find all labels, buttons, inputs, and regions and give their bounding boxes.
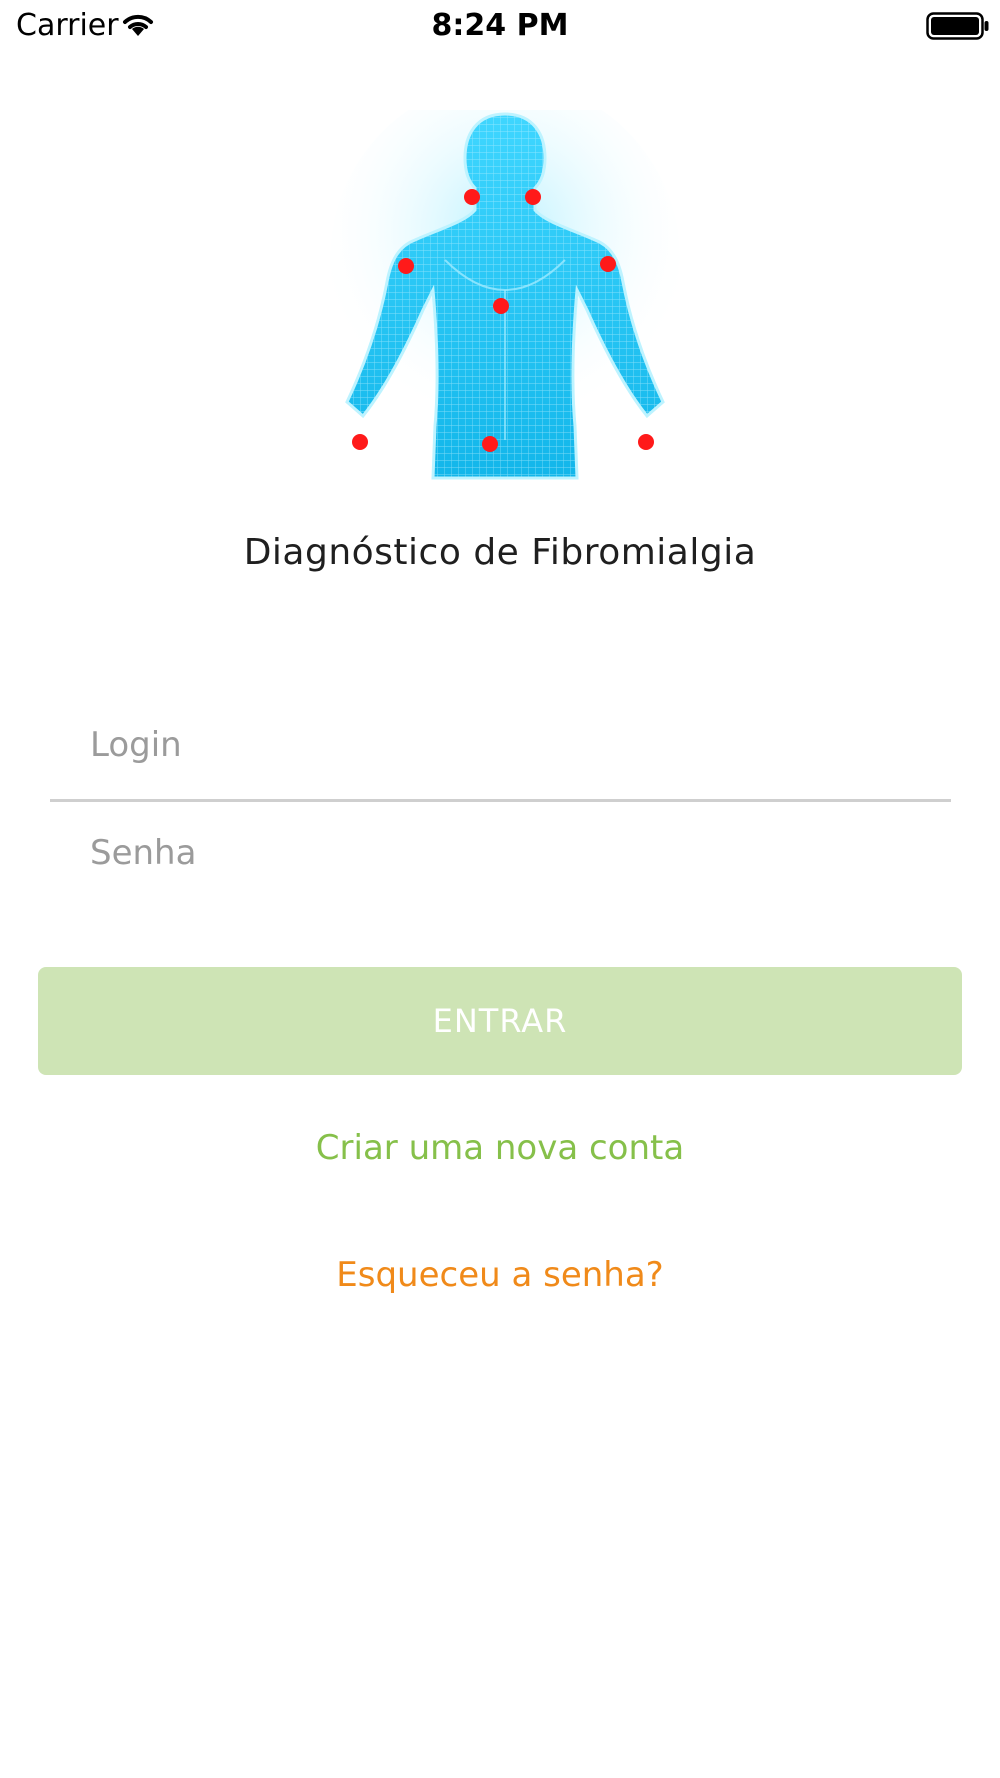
- tender-point: [482, 436, 498, 452]
- status-bar: Carrier 8:24 PM: [0, 0, 1000, 50]
- tender-point: [600, 256, 616, 272]
- tender-point: [638, 434, 654, 450]
- field-divider: [50, 799, 951, 802]
- tender-point: [493, 298, 509, 314]
- tender-point: [525, 189, 541, 205]
- human-body-illustration: [330, 110, 680, 480]
- tender-point: [398, 258, 414, 274]
- tender-point: [352, 434, 368, 450]
- login-input[interactable]: [90, 705, 940, 785]
- password-input[interactable]: [90, 813, 940, 893]
- battery-icon: [926, 12, 989, 40]
- app-title: Diagnóstico de Fibromialgia: [243, 532, 757, 573]
- forgot-password-link[interactable]: Esqueceu a senha?: [0, 1255, 1000, 1295]
- create-account-link[interactable]: Criar uma nova conta: [0, 1128, 1000, 1168]
- login-screen: Carrier 8:24 PM Diagnóstico de Fibromial…: [0, 0, 1000, 1778]
- tender-point: [464, 189, 480, 205]
- clock: 8:24 PM: [431, 8, 569, 43]
- enter-button[interactable]: ENTRAR: [38, 967, 962, 1075]
